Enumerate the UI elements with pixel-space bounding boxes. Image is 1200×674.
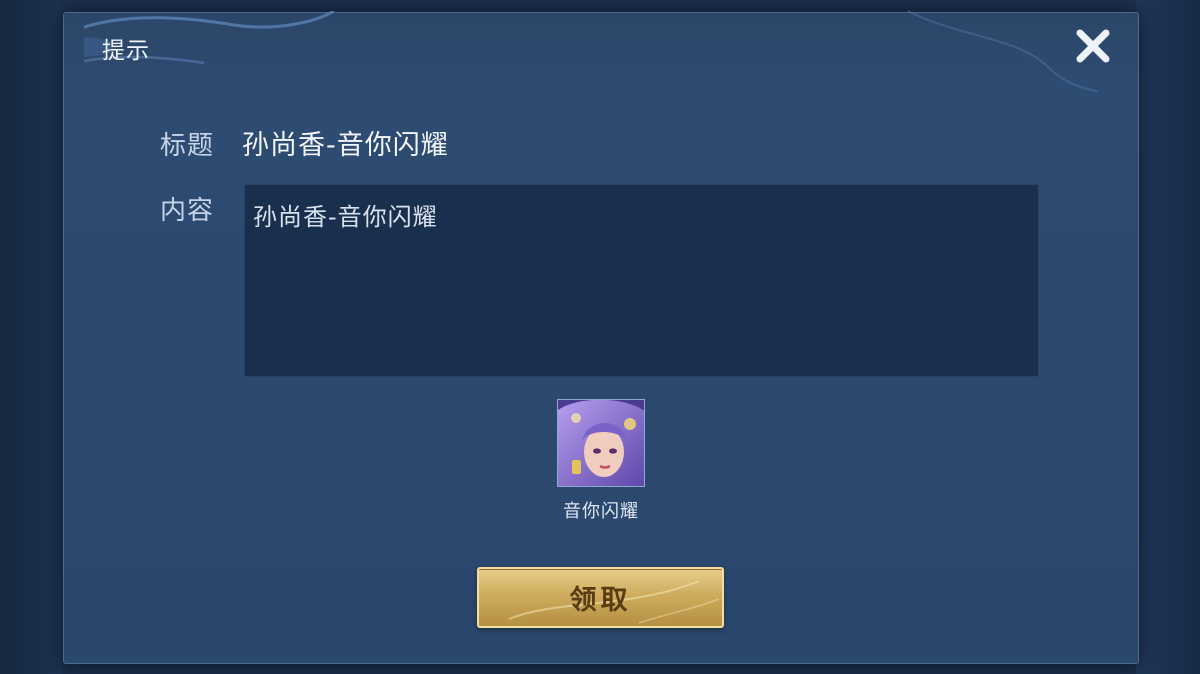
content-label: 内容 [160,196,215,226]
hero-skin-portrait [558,400,644,486]
claim-button-label: 领取 [569,585,632,616]
title-label: 标题 [160,131,215,161]
background-right [1136,0,1200,674]
mail-content: 孙尚香-音你闪耀 [253,203,438,231]
dialog-header: 提示 [64,10,1138,93]
notice-dialog: 提示 标题 孙尚香-音你闪耀 内容 孙尚香-音你闪耀 音你闪耀 领取 [63,10,1139,664]
mail-content-box: 孙尚香-音你闪耀 [244,184,1039,377]
reward-item[interactable] [557,399,645,487]
claim-button[interactable]: 领取 [477,567,724,628]
background-left [0,0,62,674]
mail-title: 孙尚香-音你闪耀 [242,130,449,161]
reward-name: 音你闪耀 [563,501,639,522]
dialog-title: 提示 [102,38,150,64]
corner-swirl-decoration [907,10,1098,93]
